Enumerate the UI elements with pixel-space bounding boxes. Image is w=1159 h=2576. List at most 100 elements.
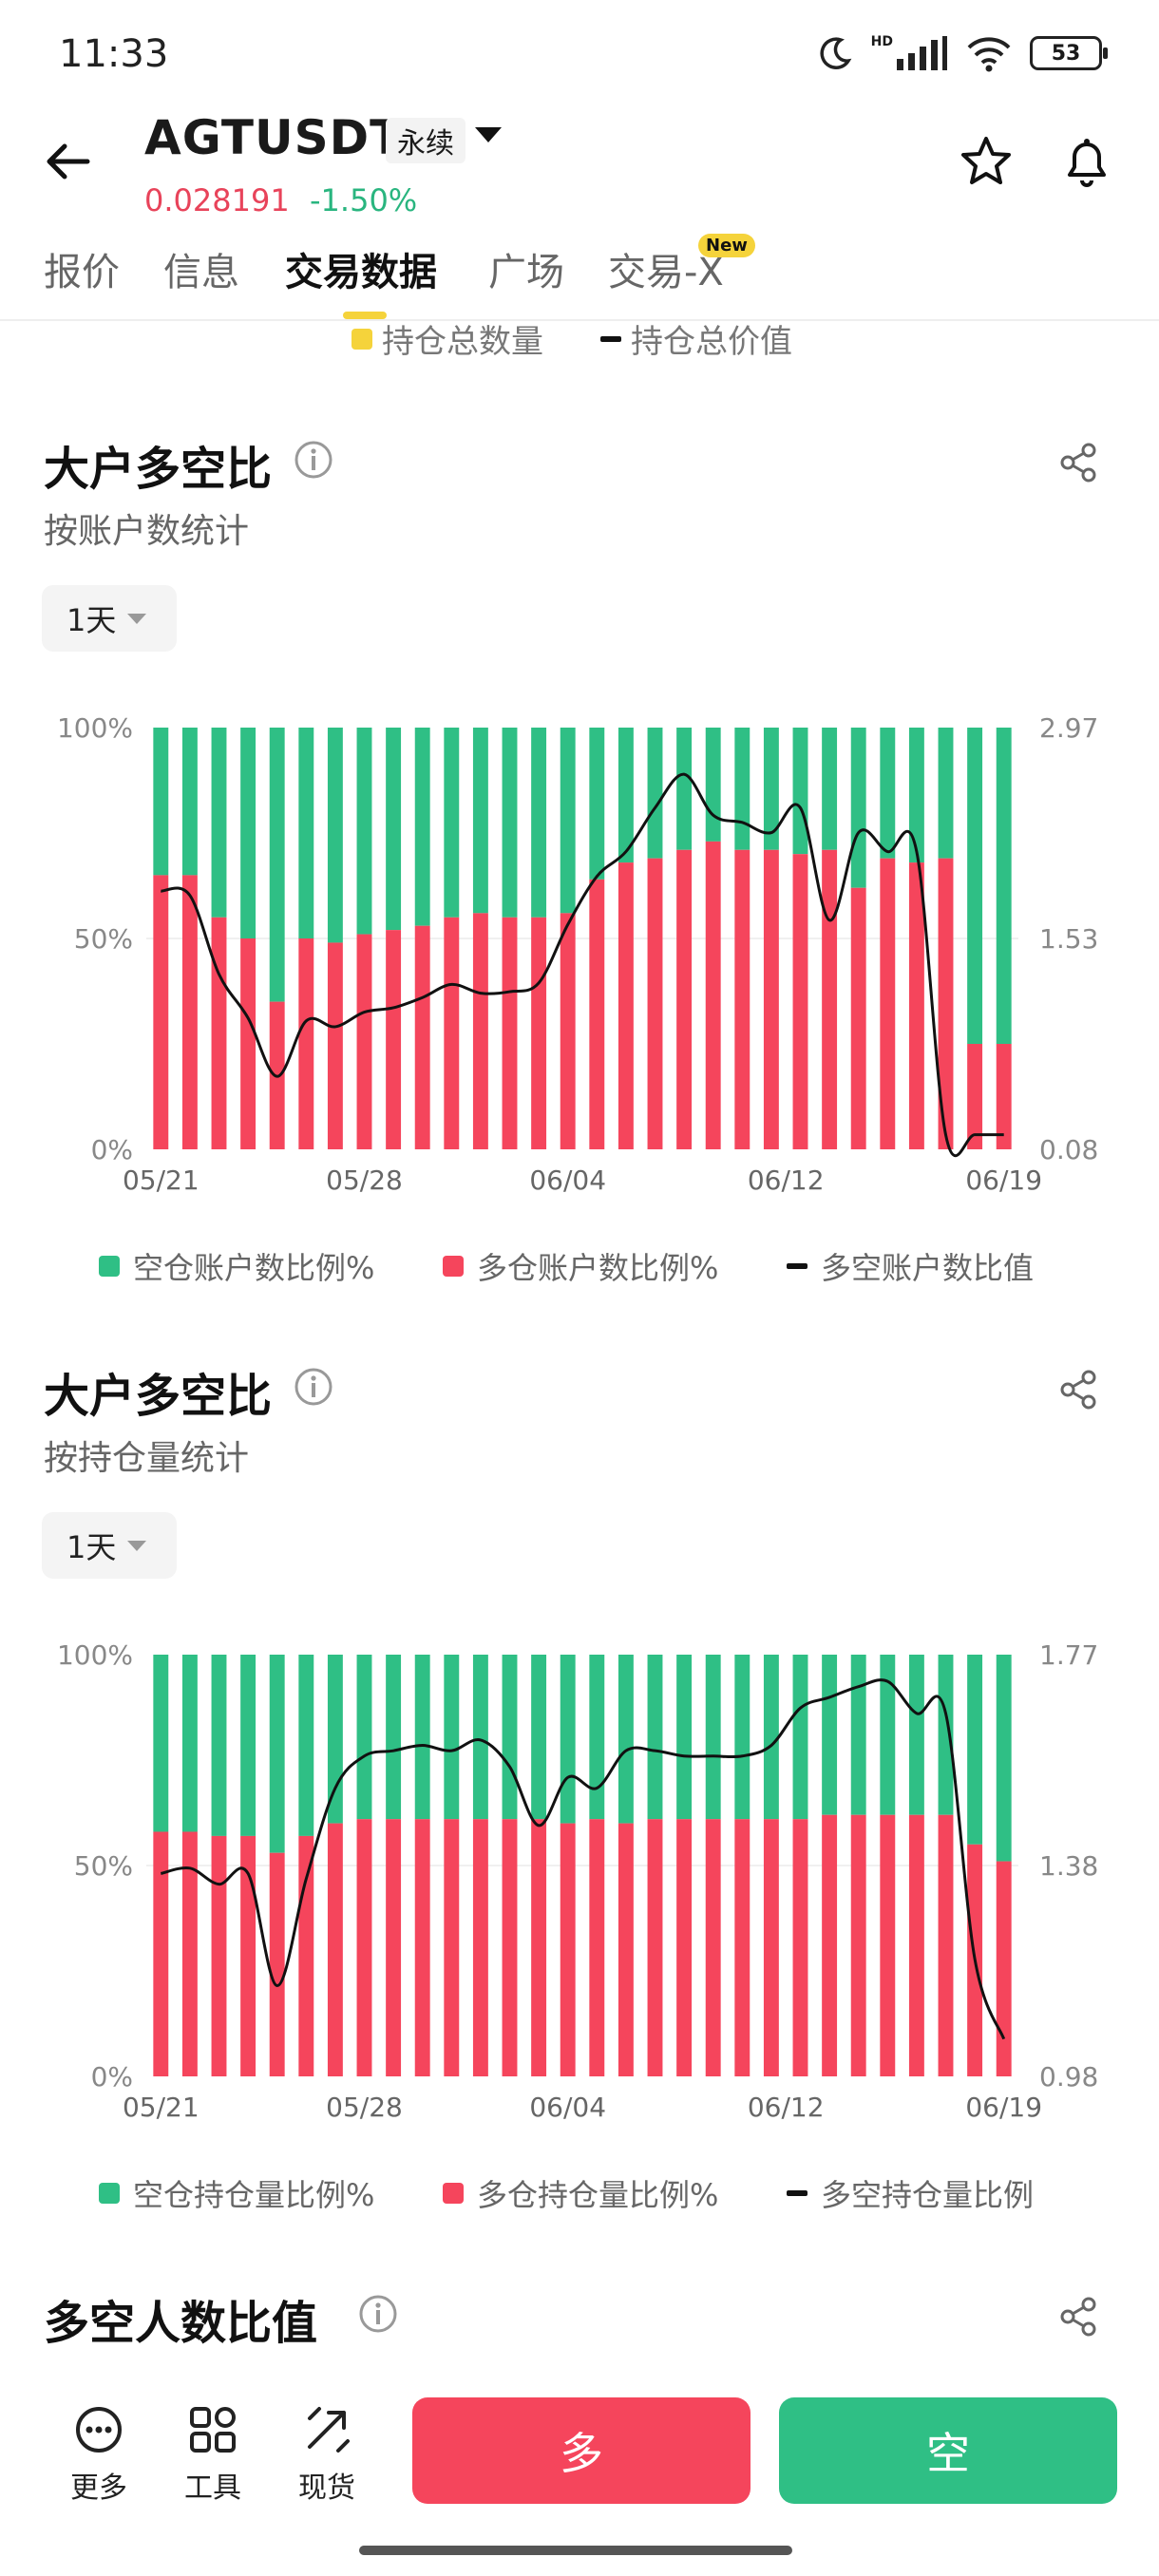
legend-label: 持仓总数量 bbox=[382, 323, 543, 361]
tab-info[interactable]: 信息 bbox=[163, 241, 239, 296]
bar-short bbox=[618, 1655, 634, 1824]
bar-long bbox=[560, 1823, 576, 2076]
section-subtitle: 按持仓量统计 bbox=[44, 1439, 250, 1478]
legend-swatch bbox=[352, 328, 372, 350]
more-label: 更多 bbox=[70, 2472, 127, 2505]
bar-long bbox=[676, 1819, 693, 2076]
legend-item-ratio: 多空账户数比值 bbox=[787, 1244, 1034, 1288]
bar-short bbox=[269, 728, 285, 1002]
share-icon[interactable] bbox=[1054, 1366, 1102, 1413]
long-short-ratio-section: 多空人数比值 bbox=[0, 2272, 1159, 2367]
bar-short bbox=[850, 728, 866, 888]
section-subtitle: 按账户数统计 bbox=[44, 512, 250, 551]
bar-long bbox=[618, 1823, 634, 2076]
legend-item-open-interest-qty: 持仓总数量 bbox=[352, 315, 543, 362]
bar-short bbox=[153, 728, 169, 876]
bar-short bbox=[444, 1655, 460, 1820]
legend-item-long: 多仓账户数比例% bbox=[443, 1244, 718, 1288]
legend-swatch bbox=[443, 2183, 464, 2204]
bar-long bbox=[386, 930, 402, 1149]
period-select[interactable]: 1天 bbox=[42, 1512, 177, 1579]
bar-short bbox=[356, 728, 372, 935]
bell-icon bbox=[1068, 139, 1106, 187]
bar-short bbox=[211, 728, 227, 918]
spot-label: 现货 bbox=[298, 2472, 355, 2505]
tab-trading-data[interactable]: 交易数据 bbox=[285, 241, 437, 296]
bar-short bbox=[676, 1655, 693, 1820]
bar-long bbox=[763, 1819, 779, 2076]
share-icon[interactable] bbox=[1054, 2293, 1102, 2340]
alert-button[interactable] bbox=[1056, 131, 1117, 192]
legend-label: 多空持仓量比例 bbox=[821, 2177, 1035, 2213]
bar-long bbox=[763, 849, 779, 1149]
bar-long bbox=[705, 1819, 721, 2076]
y-right-tick: 2.97 bbox=[1039, 712, 1098, 744]
price-change: -1.50% bbox=[310, 182, 418, 218]
y-left-tick: 100% bbox=[57, 712, 133, 744]
info-icon[interactable] bbox=[293, 439, 334, 481]
bar-long bbox=[705, 841, 721, 1149]
bar-short bbox=[705, 728, 721, 842]
bar-long bbox=[850, 1814, 866, 2076]
back-button[interactable] bbox=[42, 133, 99, 190]
bar-long bbox=[531, 917, 547, 1149]
bar-long bbox=[327, 942, 343, 1149]
symbol-title[interactable]: AGTUSDT bbox=[144, 110, 403, 165]
bar-short bbox=[327, 728, 343, 943]
bar-long bbox=[472, 913, 488, 1149]
x-tick: 05/21 bbox=[123, 1165, 200, 1196]
long-button[interactable]: 多 bbox=[412, 2397, 750, 2504]
info-icon[interactable] bbox=[293, 1366, 334, 1408]
favorite-button[interactable] bbox=[958, 133, 1015, 190]
legend-swatch bbox=[99, 2183, 120, 2204]
bar-short bbox=[181, 728, 198, 876]
bar-short bbox=[211, 1655, 227, 1836]
bar-long bbox=[414, 1819, 430, 2076]
market-header: AGTUSDT 永续 0.028191 -1.50% bbox=[0, 104, 1159, 228]
bar-short bbox=[908, 1655, 924, 1815]
bar-short bbox=[763, 1655, 779, 1820]
swap-icon bbox=[308, 2407, 350, 2453]
share-icon[interactable] bbox=[1054, 439, 1102, 486]
bar-long bbox=[444, 917, 460, 1149]
bar-short bbox=[356, 1655, 372, 1820]
legend-swatch bbox=[787, 2190, 808, 2196]
period-select[interactable]: 1天 bbox=[42, 585, 177, 652]
info-icon[interactable] bbox=[357, 2293, 399, 2335]
more-button[interactable]: 更多 bbox=[51, 2403, 146, 2506]
bar-short bbox=[938, 1655, 954, 1815]
chevron-down-icon[interactable] bbox=[475, 127, 502, 142]
contract-type-badge[interactable]: 永续 bbox=[386, 118, 466, 163]
bar-long bbox=[502, 917, 518, 1149]
battery-icon: 53 bbox=[1030, 36, 1108, 70]
bar-short bbox=[560, 1655, 576, 1824]
legend-label: 空仓持仓量比例% bbox=[133, 2177, 375, 2213]
tab-quote[interactable]: 报价 bbox=[44, 241, 120, 296]
legend-label: 多仓持仓量比例% bbox=[477, 2177, 719, 2213]
short-button[interactable]: 空 bbox=[779, 2397, 1117, 2504]
x-tick: 06/19 bbox=[965, 2092, 1042, 2123]
tab-square[interactable]: 广场 bbox=[488, 241, 564, 296]
bar-short bbox=[792, 728, 808, 855]
network-type-label: HD bbox=[870, 34, 893, 49]
caret-down-icon bbox=[127, 613, 147, 624]
legend-label: 多仓账户数比例% bbox=[477, 1250, 719, 1286]
section-title: 多空人数比值 bbox=[44, 2297, 318, 2350]
spot-button[interactable]: 现货 bbox=[279, 2403, 374, 2506]
bar-short bbox=[414, 1655, 430, 1820]
legend-swatch bbox=[787, 1263, 808, 1269]
tools-button[interactable]: 工具 bbox=[165, 2403, 260, 2506]
top-trader-ratio-accounts-section: 大户多空比 按账户数统计 1天 100% 50% 0% 2.97 1.53 0.08 05/… bbox=[0, 418, 1159, 1301]
bar-short bbox=[298, 1655, 314, 1836]
x-tick: 05/28 bbox=[326, 1165, 403, 1196]
top-trader-ratio-positions-section: 大户多空比 按持仓量统计 1天 100% 50% 0% 1.77 1.38 0.98 05/… bbox=[0, 1345, 1159, 2228]
x-tick: 05/21 bbox=[123, 2092, 200, 2123]
bar-long bbox=[269, 1852, 285, 2076]
bar-long bbox=[792, 854, 808, 1149]
bar-short bbox=[560, 728, 576, 914]
period-value: 1天 bbox=[66, 1529, 117, 1565]
prev-chart-legend: 持仓总数量 持仓总价值 bbox=[0, 315, 1159, 363]
y-left-tick: 50% bbox=[74, 923, 133, 955]
bar-long bbox=[298, 1835, 314, 2076]
bar-long bbox=[734, 849, 750, 1149]
